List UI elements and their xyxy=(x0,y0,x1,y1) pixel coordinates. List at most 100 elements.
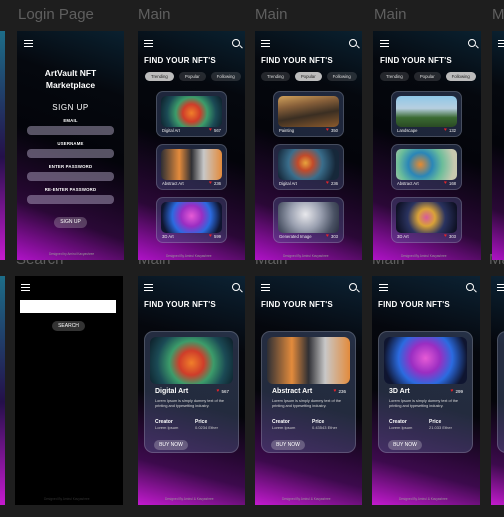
nft-image xyxy=(278,96,339,127)
tab-trending[interactable]: Trending xyxy=(261,72,290,81)
like-value: 236 xyxy=(331,181,338,186)
search-frame: SEARCH Designed By Amirul Kavyashree xyxy=(15,276,123,505)
page-title: FIND YOUR NFT'S xyxy=(261,56,333,65)
nft-card[interactable]: Digital Art ♥ 236 xyxy=(273,144,344,190)
nft-name: Abstract Art xyxy=(397,181,419,186)
username-field[interactable] xyxy=(27,149,114,158)
heart-icon: ♥ xyxy=(444,233,447,239)
nft-card[interactable]: Digital Art ♥ 567 xyxy=(156,91,227,137)
nft-card[interactable]: 3D Art ♥ 303 xyxy=(391,197,462,243)
signup-button[interactable]: SIGN UP xyxy=(54,217,87,228)
search-input[interactable] xyxy=(20,300,116,313)
username-label: USERNAME xyxy=(57,141,84,146)
search-icon[interactable] xyxy=(232,283,240,291)
main-frame-4 xyxy=(492,31,504,260)
search-button[interactable]: SEARCH xyxy=(52,321,85,331)
like-count[interactable]: ♥ 236 xyxy=(209,181,221,187)
buy-now-button[interactable]: BUY NOW xyxy=(271,440,305,450)
search-icon[interactable] xyxy=(468,39,476,47)
detail-frame-2: FIND YOUR NFT'S Abstract Art ♥ 236 Lorem … xyxy=(255,276,362,505)
nft-detail-card xyxy=(497,331,504,453)
nft-description: Lorem Ipsum is simply dummy text of the … xyxy=(272,399,341,408)
nft-name: 3D Art xyxy=(397,234,409,239)
like-count[interactable]: ♥ 567 xyxy=(209,127,221,134)
nft-image xyxy=(278,149,339,180)
heart-icon: ♥ xyxy=(209,127,212,133)
menu-icon[interactable] xyxy=(379,284,388,292)
nft-image xyxy=(396,96,457,127)
nft-card[interactable]: 3D Art ♥ 599 xyxy=(156,197,227,243)
like-value: 567 xyxy=(221,389,229,394)
main-frame-1: FIND YOUR NFT'S Trending Popular Followi… xyxy=(138,31,245,260)
footer-credit: Designed By Amirul Kavyashree xyxy=(166,254,212,258)
tab-trending[interactable]: Trending xyxy=(145,72,174,81)
label-main-2: Main xyxy=(255,6,288,23)
price-value: 21.033 Ether xyxy=(429,425,452,430)
main-frame-2: FIND YOUR NFT'S Trending Popular Followi… xyxy=(255,31,362,260)
heart-icon: ♥ xyxy=(216,388,220,394)
search-icon[interactable] xyxy=(349,39,357,47)
page-title: FIND YOUR NFT'S xyxy=(261,300,333,309)
menu-icon[interactable] xyxy=(144,40,153,48)
tab-trending[interactable]: Trending xyxy=(380,72,409,81)
page-title: FIND YOUR NFT'S xyxy=(144,300,216,309)
nft-image xyxy=(396,149,457,180)
footer-credit: Designed By Amirul Kavyashree xyxy=(401,254,447,258)
label-main-1: Main xyxy=(138,6,171,23)
menu-icon[interactable] xyxy=(261,284,270,292)
label-main-3: Main xyxy=(374,6,407,23)
menu-icon[interactable] xyxy=(497,284,504,292)
tab-bar: Trending Popular Following xyxy=(145,72,241,81)
menu-icon[interactable] xyxy=(144,284,153,292)
like-count[interactable]: ♥ 567 xyxy=(216,388,229,395)
nft-card[interactable]: Painting ♥ 350 xyxy=(273,91,344,137)
like-count[interactable]: ♥ 299 xyxy=(451,389,463,395)
page-title: FIND YOUR NFT'S xyxy=(378,300,450,309)
tab-popular[interactable]: Popular xyxy=(413,72,441,81)
like-count[interactable]: ♥ 168 xyxy=(444,181,456,187)
tab-bar: Trending Popular Following xyxy=(380,72,476,81)
menu-icon[interactable] xyxy=(380,40,389,48)
tab-popular[interactable]: Popular xyxy=(178,72,206,81)
price-value: 0.0234 Ether xyxy=(195,425,218,430)
footer-credit: Designed By Amirul & Kavyashree xyxy=(165,497,214,501)
tab-following[interactable]: Following xyxy=(326,72,357,81)
nft-card[interactable]: Abstract Art ♥ 236 xyxy=(156,144,227,190)
like-count[interactable]: ♥ 132 xyxy=(444,127,456,134)
like-count[interactable]: ♥ 236 xyxy=(334,389,346,395)
menu-icon[interactable] xyxy=(498,40,504,48)
nft-description: Lorem Ipsum is simply dummy text of the … xyxy=(155,399,224,408)
like-count[interactable]: ♥ 303 xyxy=(444,233,456,240)
menu-icon[interactable] xyxy=(21,284,30,292)
buy-now-button[interactable]: BUY NOW xyxy=(388,440,422,450)
like-count[interactable]: ♥ 236 xyxy=(326,181,338,187)
menu-icon[interactable] xyxy=(261,40,270,48)
footer-credit: Designed By Amirul & Kavyashree xyxy=(399,497,448,501)
creator-value: Lorem Ipsum xyxy=(272,425,296,430)
nft-card[interactable]: Abstract Art ♥ 168 xyxy=(391,144,462,190)
search-icon[interactable] xyxy=(466,283,474,291)
menu-icon[interactable] xyxy=(24,40,33,48)
like-count[interactable]: ♥ 303 xyxy=(326,234,338,240)
like-count[interactable]: ♥ 350 xyxy=(326,128,338,134)
search-icon[interactable] xyxy=(232,39,240,47)
buy-now-button[interactable]: BUY NOW xyxy=(154,440,188,450)
tab-popular[interactable]: Popular xyxy=(294,72,322,81)
tab-following[interactable]: Following xyxy=(445,72,476,81)
footer-credit: Designed By Amirul Kavyashree xyxy=(283,254,329,258)
nft-detail-card: Abstract Art ♥ 236 Lorem Ipsum is simply … xyxy=(261,331,356,453)
nft-card[interactable]: Generated Image ♥ 303 xyxy=(273,197,344,243)
heart-icon: ♥ xyxy=(444,127,447,133)
nft-image xyxy=(396,202,457,233)
nft-card[interactable]: Landscape ♥ 132 xyxy=(391,91,462,137)
nft-image xyxy=(161,96,222,127)
like-value: 236 xyxy=(214,181,221,186)
reenter-password-field[interactable] xyxy=(27,195,114,204)
footer-credit: Designed By Amirul & Kavyashree xyxy=(282,497,331,501)
like-value: 168 xyxy=(449,181,456,186)
password-field[interactable] xyxy=(27,172,114,181)
email-field[interactable] xyxy=(27,126,114,135)
tab-following[interactable]: Following xyxy=(210,72,241,81)
like-count[interactable]: ♥ 599 xyxy=(209,234,221,240)
search-icon[interactable] xyxy=(349,283,357,291)
